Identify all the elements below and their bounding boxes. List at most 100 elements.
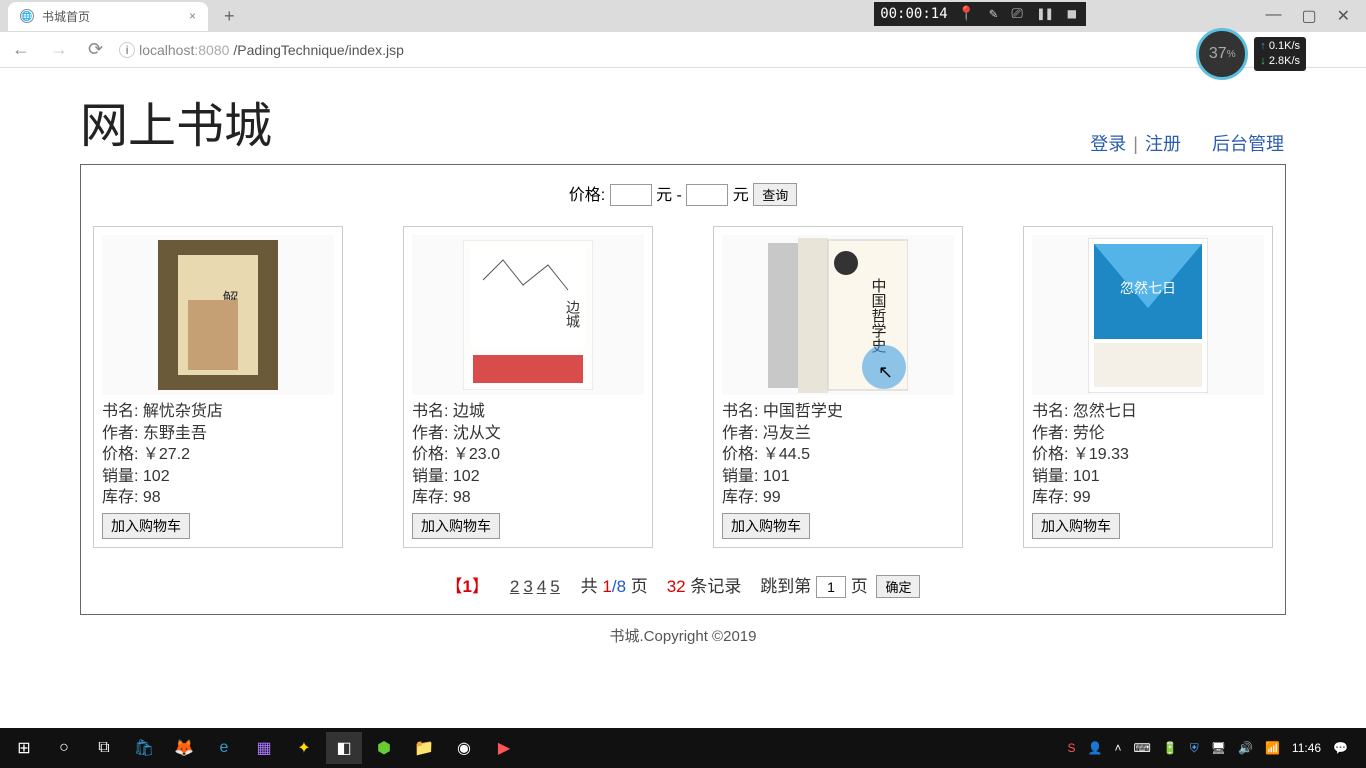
page-link[interactable]: 4	[537, 577, 546, 596]
filter-unit: 元	[656, 187, 672, 204]
tray-monitor-icon[interactable]: 🖥	[1211, 741, 1226, 755]
query-button[interactable]: 查询	[753, 183, 797, 206]
book-author: 作者: 沈从文	[412, 423, 644, 445]
login-link[interactable]: 登录	[1090, 134, 1126, 154]
recorder-stop-icon[interactable]: ■	[1064, 6, 1080, 22]
book-price: 价格: ￥27.2	[102, 444, 334, 466]
pg-jump-post: 页	[851, 577, 868, 596]
tray-battery-icon[interactable]: 🔋	[1163, 741, 1178, 755]
maximize-icon[interactable]: ▢	[1301, 6, 1316, 26]
svg-text:中国哲学史: 中国哲学史	[870, 278, 887, 354]
price-min-input[interactable]	[610, 184, 652, 206]
tray-up-icon[interactable]: ˄	[1114, 741, 1121, 755]
main-content: 价格: 元 - 元 查询 解忧杂货店 书名: 解忧杂货店 作者: 东野圭吾 价格…	[80, 164, 1286, 615]
info-icon[interactable]: i	[119, 42, 135, 58]
book-author: 作者: 劳伦	[1032, 423, 1264, 445]
pg-pre: 共	[581, 577, 603, 596]
page-jump-input[interactable]	[816, 576, 846, 598]
svg-text:边城: 边城	[565, 300, 581, 329]
page-link[interactable]: 5	[550, 577, 559, 596]
page-jump-button[interactable]: 确定	[876, 575, 920, 598]
speed-percent: 37%	[1196, 28, 1248, 80]
start-icon[interactable]: ⊞	[6, 732, 42, 764]
explorer-icon[interactable]: 📁	[406, 732, 442, 764]
app2-icon[interactable]: ✦	[286, 732, 322, 764]
add-cart-button[interactable]: 加入购物车	[102, 513, 190, 539]
svg-text:忽然七日: 忽然七日	[1120, 280, 1176, 296]
book-cover: 边城	[412, 235, 644, 395]
store-icon[interactable]: 🛍	[126, 732, 162, 764]
taskview-icon[interactable]: ⧉	[86, 732, 122, 764]
url-display[interactable]: i localhost:8080/PadingTechnique/index.j…	[119, 42, 404, 58]
taskbar[interactable]: ⊞ ○ ⧉ 🛍 🦊 e ▦ ✦ ◧ ⬢ 📁 ◉ ▶ S 👤 ˄ ⌨ 🔋 ⛨ 🖥 …	[0, 728, 1366, 768]
book-stock: 库存: 99	[1032, 487, 1264, 509]
back-icon[interactable]: ←	[8, 39, 34, 60]
page-current: 1	[463, 577, 472, 596]
tray-shield-icon[interactable]: ⛨	[1190, 741, 1199, 756]
add-cart-button[interactable]: 加入购物车	[412, 513, 500, 539]
book-stock: 库存: 98	[412, 487, 644, 509]
book-sales: 销量: 102	[102, 466, 334, 488]
intellij-icon[interactable]: ◧	[326, 732, 362, 764]
admin-link[interactable]: 后台管理	[1212, 134, 1284, 154]
pg-jump-pre: 跳到第	[760, 577, 811, 596]
recorder-marker-icon[interactable]: 📍	[954, 6, 979, 22]
pg-word: 页	[626, 577, 648, 596]
recorder-time: 00:00:14	[880, 6, 947, 22]
price-max-input[interactable]	[686, 184, 728, 206]
url-host: localhost	[139, 42, 194, 58]
cortana-icon[interactable]: ○	[46, 732, 82, 764]
add-cart-button[interactable]: 加入购物车	[1032, 513, 1120, 539]
book-price: 价格: ￥44.5	[722, 444, 954, 466]
recorder-pause-icon[interactable]: ❚❚	[1033, 6, 1058, 22]
browser-tab[interactable]: 🌐 书城首页 ×	[8, 2, 208, 31]
footer-text: 书城.Copyright ©2019	[80, 615, 1286, 656]
book-name: 书名: 边城	[412, 401, 644, 423]
tray-people-icon[interactable]: 👤	[1088, 741, 1103, 755]
firefox-icon[interactable]: 🦊	[166, 732, 202, 764]
new-tab-button[interactable]: +	[216, 6, 243, 27]
tray-ime-icon[interactable]: S	[1067, 741, 1075, 755]
globe-icon: 🌐	[20, 9, 34, 23]
book-sales: 销量: 102	[412, 466, 644, 488]
tray-keyboard-icon[interactable]: ⌨	[1133, 741, 1150, 755]
spring-icon[interactable]: ⬢	[366, 732, 402, 764]
book-cover: 解忧杂货店	[102, 235, 334, 395]
tray-time[interactable]: 11:46	[1292, 741, 1321, 755]
url-path: /PadingTechnique/index.jsp	[233, 42, 403, 58]
book-author: 作者: 冯友兰	[722, 423, 954, 445]
page-link[interactable]: 3	[523, 577, 532, 596]
pagination: 【1】 2345 共 1/8 页 32 条记录 跳到第 页 确定	[93, 572, 1273, 598]
register-link[interactable]: 注册	[1145, 134, 1181, 154]
tray-notif-icon[interactable]: 💬	[1333, 741, 1348, 755]
filter-sep: -	[677, 187, 682, 204]
recorder-pen-icon[interactable]: ✎	[985, 6, 1001, 22]
speed-down: 2.8K/s	[1260, 54, 1300, 69]
recorder-erase-icon[interactable]: ⎚	[1008, 6, 1027, 22]
price-filter: 价格: 元 - 元 查询	[93, 181, 1273, 206]
book-card: 解忧杂货店 书名: 解忧杂货店 作者: 东野圭吾 价格: ￥27.2 销量: 1…	[93, 226, 343, 548]
app-icon[interactable]: ▦	[246, 732, 282, 764]
pg-records: 32	[667, 577, 686, 596]
minimize-icon[interactable]: —	[1265, 6, 1281, 26]
book-cover: 中国哲学史	[722, 235, 954, 395]
add-cart-button[interactable]: 加入购物车	[722, 513, 810, 539]
close-tab-icon[interactable]: ×	[189, 9, 196, 23]
speed-up: 0.1K/s	[1260, 39, 1300, 54]
book-name: 书名: 中国哲学史	[722, 401, 954, 423]
tray-vol-icon[interactable]: 🔊	[1238, 741, 1253, 755]
edge-icon[interactable]: e	[206, 732, 242, 764]
book-card: 中国哲学史 书名: 中国哲学史 作者: 冯友兰 价格: ￥44.5 销量: 10…	[713, 226, 963, 548]
book-sales: 销量: 101	[1032, 466, 1264, 488]
screen-recorder-overlay: 00:00:14 📍 ✎ ⎚ ❚❚ ■	[874, 2, 1086, 26]
chrome-icon[interactable]: ◉	[446, 732, 482, 764]
close-window-icon[interactable]: ✕	[1337, 6, 1350, 26]
pg-cur: 1	[602, 577, 611, 596]
forward-icon[interactable]: →	[46, 39, 72, 60]
tray-wifi-icon[interactable]: 📶	[1265, 741, 1280, 755]
address-bar: ← → ⟳ i localhost:8080/PadingTechnique/i…	[0, 32, 1366, 68]
player-icon[interactable]: ▶	[486, 732, 522, 764]
page-link[interactable]: 2	[510, 577, 519, 596]
reload-icon[interactable]: ⟳	[84, 39, 107, 60]
site-title: 网上书城	[80, 86, 272, 156]
